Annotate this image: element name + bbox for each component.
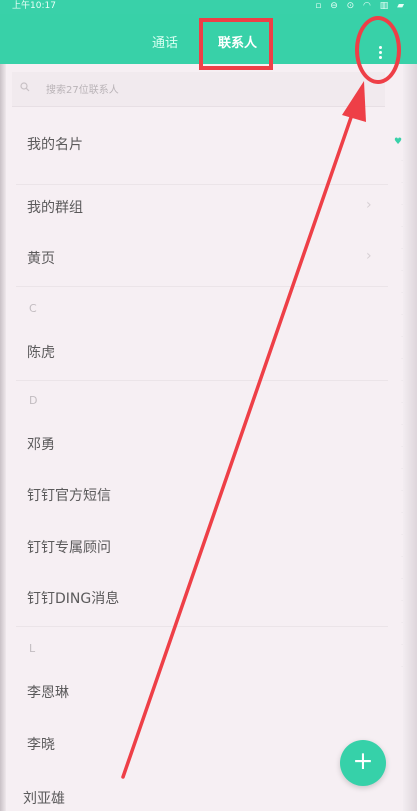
divider [16, 626, 388, 627]
divider [16, 380, 388, 381]
search-icon [20, 82, 30, 92]
list-item-label: 陈虎 [27, 345, 55, 361]
chevron-right-icon: › [366, 248, 372, 264]
divider [16, 286, 388, 287]
annotation-highlight-box [199, 18, 273, 70]
status-icons: ▫ ⊖ ⊙ ◠ ▥ ▰ [315, 1, 407, 11]
edge-shadow-left [0, 0, 6, 811]
favorite-heart-icon[interactable]: ♥ [394, 137, 402, 147]
add-contact-button[interactable]: + [340, 740, 386, 786]
list-item-label: 我的群组 [27, 200, 83, 216]
list-item-label: 我的名片 [27, 137, 83, 153]
list-item-label: 钉钉DING消息 [27, 591, 120, 607]
list-item-label: 钉钉官方短信 [27, 488, 111, 504]
search-placeholder: 搜索27位联系人 [46, 85, 119, 96]
list-item-label: 李晓 [27, 737, 55, 753]
status-bar: 上午10:17 ▫ ⊖ ⊙ ◠ ▥ ▰ [0, 0, 417, 14]
divider [16, 184, 388, 185]
list-item-label: 李恩琳 [27, 685, 69, 701]
plus-icon: + [352, 746, 374, 775]
status-time: 上午10:17 [12, 1, 56, 11]
search-bar[interactable]: 搜索27位联系人 [12, 72, 385, 107]
section-header-l: L [29, 642, 36, 655]
alphabet-index-scrollbar[interactable]: · · · · · · · · · · · · · · · · · · · · · · · · [396, 150, 408, 678]
section-header-d: D [29, 394, 38, 407]
annotation-circle [355, 16, 401, 84]
list-item-label: 刘亚雄 [23, 791, 65, 807]
list-item-label: 黄页 [27, 251, 55, 267]
section-header-c: C [29, 302, 37, 315]
chevron-right-icon: › [366, 197, 372, 213]
contacts-screen: 上午10:17 ▫ ⊖ ⊙ ◠ ▥ ▰ 通话 联系人 搜索27位联系人 我的名片… [0, 0, 417, 811]
list-item-label: 邓勇 [27, 437, 55, 453]
tab-calls[interactable]: 通话 [152, 32, 178, 51]
list-item-label: 钉钉专属顾问 [27, 540, 111, 556]
